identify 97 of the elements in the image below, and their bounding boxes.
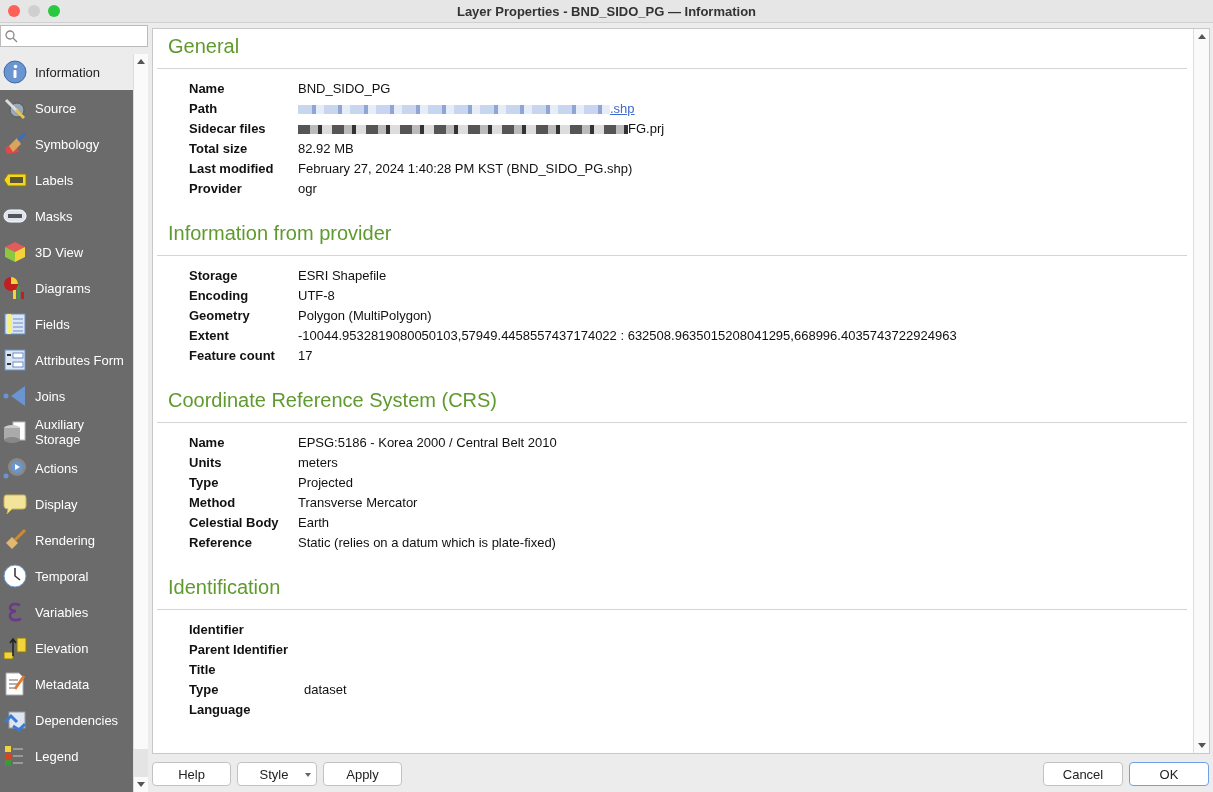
field-label: Extent [189,325,298,345]
field-value: BND_SIDO_PG [298,80,391,96]
dropdown-button[interactable]: Style [237,762,317,786]
field-label: Reference [189,532,298,552]
scrollbar[interactable] [133,54,148,792]
field-value: EPSG:5186 - Korea 2000 / Central Belt 2010 [298,434,557,450]
elevation-icon [3,636,27,660]
field-label: Units [189,452,298,472]
button[interactable]: Cancel [1043,762,1123,786]
window-title: Layer Properties - BND_SIDO_PG — Information [455,3,758,19]
field-value: Static (relies on a datum which is plate-fixed) [298,534,556,550]
cube-icon [3,240,27,264]
field-label: Total size [189,138,298,158]
scroll-up-icon[interactable] [137,59,145,64]
scrollbar-thumb[interactable] [134,749,148,777]
form-icon [3,348,27,372]
field-value: 82.92 MB [298,140,354,156]
section-heading: Coordinate Reference System (CRS) [167,389,498,413]
scroll-down-icon[interactable] [1197,743,1206,748]
search-field[interactable] [0,25,148,47]
sidebar-item[interactable]: Temporal [0,558,133,594]
sidebar-item[interactable]: Source [0,90,133,126]
scroll-down-icon[interactable] [137,782,145,787]
field-value: ogr [298,180,317,196]
sidebar-item[interactable]: Labels [0,162,133,198]
sidebar-item[interactable]: Elevation [0,630,133,666]
field-label: Provider [189,178,298,198]
sidebar-item[interactable]: Joins [0,378,133,414]
field-value: UTF-8 [298,287,335,303]
sidebar-item[interactable]: Diagrams [0,270,133,306]
field-label: Parent Identifier [189,640,289,659]
pie-bar-icon [3,276,27,300]
clock-icon [3,564,27,588]
field-label: Method [189,492,298,512]
field-value: February 27, 2024 1:40:28 PM KST (BND_SIDO_PG.shp) [298,160,633,176]
field-label: Celestial Body [189,513,280,532]
field-value: FG.prj [628,120,665,136]
field-value: Projected [298,474,353,490]
field-label: Encoding [189,286,250,305]
field-label: Storage [189,266,239,285]
sidebar-item[interactable]: 3D View [0,234,133,270]
sidebar-item[interactable]: Display [0,486,133,522]
database-icon [3,420,27,444]
sidebar-item[interactable]: Variables [0,594,133,630]
sidebar-item[interactable]: Information [0,54,133,90]
button[interactable]: Help [152,762,231,786]
field-label: Identifier [189,620,245,639]
button[interactable]: Apply [323,762,402,786]
field-label: Sidecar files [189,118,298,138]
field-value: Transverse Mercator [298,494,418,510]
field-value: ESRI Shapefile [298,267,387,283]
zoom-button[interactable] [48,5,60,17]
field-label: Language [189,700,252,719]
info-icon [3,60,27,84]
sidebar-item[interactable]: Attributes Form [0,342,133,378]
sidebar-item[interactable]: Fields [0,306,133,342]
close-button[interactable] [8,5,20,17]
sidebar-item[interactable]: Rendering [0,522,133,558]
field-label: Title [189,660,217,679]
field-label: Name [189,79,226,98]
field-label: Last modified [189,159,275,178]
speech-bubble-icon [3,492,27,516]
sidebar-item[interactable]: Actions [0,450,133,486]
sidebar-item[interactable]: Symbology [0,126,133,162]
field-label: Name [189,433,226,452]
gear-play-icon [3,456,27,480]
field-label: Type [189,473,220,492]
brush-icon [3,132,27,156]
field-value: meters [298,454,338,470]
scrollbar[interactable] [1193,29,1209,753]
field-value: -10044.9532819080050103,57949.4458557437174022 : 632508.9635015208041295,668996.4035743722924963 [298,327,957,343]
sidebar-item[interactable]: Legend [0,738,133,774]
field-label: Geometry [189,306,251,325]
sidebar-item[interactable]: Auxiliary Storage [0,414,133,450]
section-heading: Information from provider [167,222,393,246]
field-value: dataset [303,681,347,697]
file-link[interactable]: .shp [610,100,635,116]
sync-arrows-icon [3,708,27,732]
section-heading: Identification [167,576,282,600]
section-heading: General [167,35,241,59]
field-label: Type [189,679,304,699]
caret-icon [305,773,311,777]
button[interactable]: OK [1129,762,1209,786]
sidebar-item[interactable]: Masks [0,198,133,234]
table-icon [3,312,27,336]
join-arrow-icon [3,384,27,408]
field-label: Feature count [189,345,298,365]
field-value: Earth [298,514,330,530]
sidebar-item[interactable]: Metadata [0,666,133,702]
search-icon [5,29,18,43]
wrench-gear-icon [3,96,27,120]
document-pencil-icon [3,672,27,696]
field-value: Polygon (MultiPolygon) [298,307,432,323]
field-label: Path [189,98,298,118]
field-value: 17 [298,347,313,363]
sidebar-item[interactable]: Dependencies [0,702,133,738]
scroll-up-icon[interactable] [1197,34,1206,39]
